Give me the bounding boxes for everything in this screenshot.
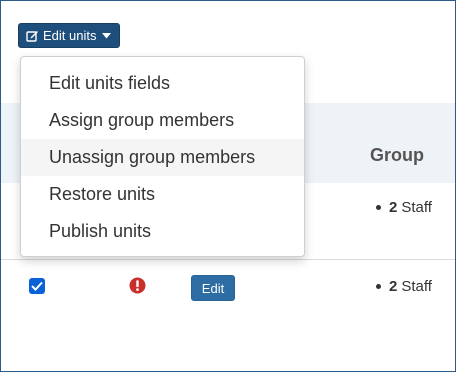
pencil-square-icon	[26, 29, 39, 42]
group-name: Staff	[401, 278, 432, 295]
group-cell: 2 Staff	[376, 278, 432, 295]
edit-units-dropdown-menu: Edit units fields Assign group members U…	[20, 56, 305, 257]
checkmark-icon	[31, 281, 43, 291]
column-header-group[interactable]: Group	[370, 145, 424, 166]
menu-item-unassign-group-members[interactable]: Unassign group members	[21, 139, 304, 176]
edit-units-label: Edit units	[43, 28, 97, 43]
group-name: Staff	[401, 199, 432, 216]
units-panel: Group 2 Staff Edit 2 Staff Edit units Ed…	[0, 0, 456, 372]
group-cell: 2 Staff	[376, 199, 432, 216]
group-count: 2	[389, 199, 398, 216]
row-edit-button[interactable]: Edit	[191, 275, 235, 301]
caret-down-icon	[102, 32, 112, 39]
menu-item-assign-group-members[interactable]: Assign group members	[21, 102, 304, 139]
row-divider	[1, 259, 455, 260]
menu-item-publish-units[interactable]: Publish units	[21, 213, 304, 250]
row-select-checkbox[interactable]	[29, 278, 45, 294]
bullet-icon	[376, 205, 381, 210]
menu-item-edit-units-fields[interactable]: Edit units fields	[21, 65, 304, 102]
edit-units-dropdown-button[interactable]: Edit units	[18, 23, 121, 48]
exclamation-circle-icon	[129, 277, 146, 294]
group-count: 2	[389, 278, 398, 295]
bullet-icon	[376, 284, 381, 289]
menu-item-restore-units[interactable]: Restore units	[21, 176, 304, 213]
